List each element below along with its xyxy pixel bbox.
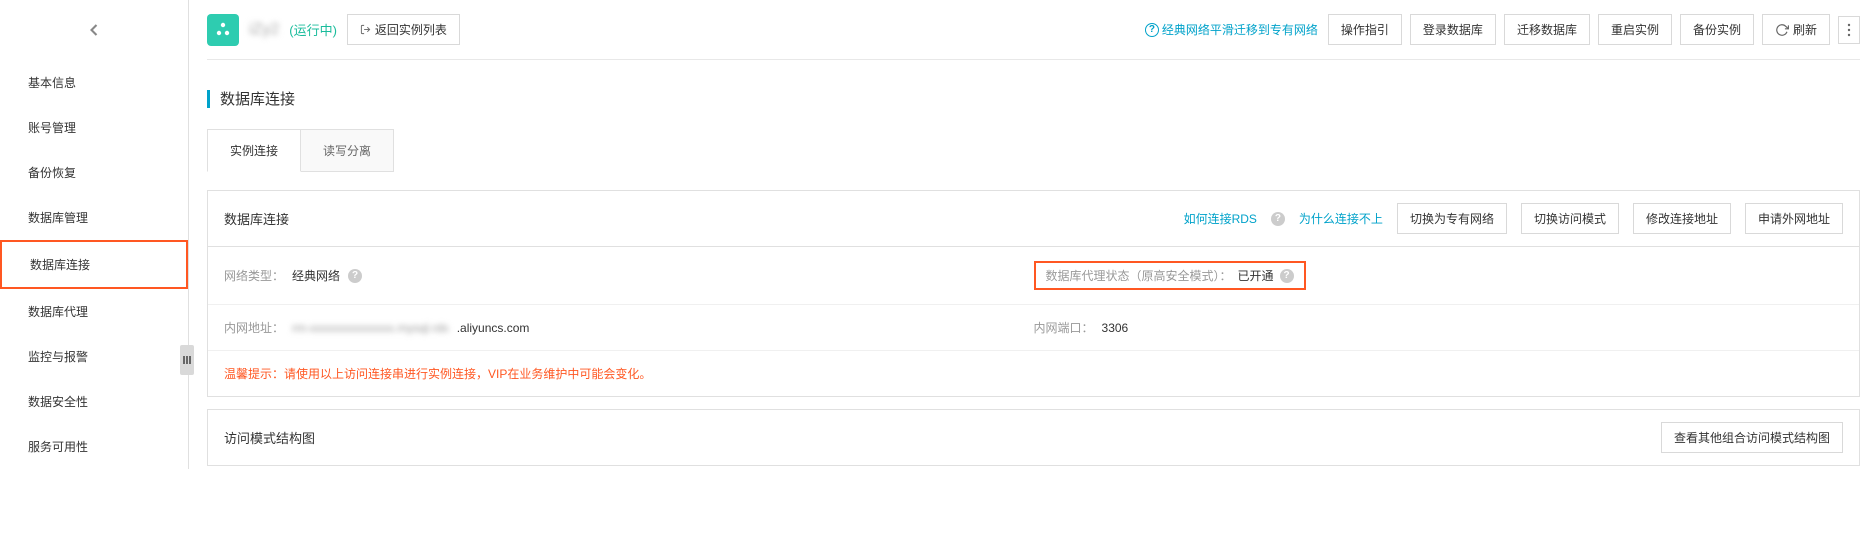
intranet-addr-label: 内网地址： bbox=[224, 319, 284, 336]
connection-panel-links: 如何连接RDS ? 为什么连接不上 切换为专有网络 切换访问模式 修改连接地址 … bbox=[1184, 203, 1843, 234]
how-connect-link[interactable]: 如何连接RDS bbox=[1184, 210, 1257, 227]
access-mode-title: 访问模式结构图 bbox=[224, 428, 1661, 447]
header: iZy2 (运行中) 返回实例列表 ? 经典网络平滑迁移到专有网络 操作指引 登… bbox=[207, 0, 1860, 60]
proxy-status-col: 数据库代理状态（原高安全模式）： 已开通 ? bbox=[1034, 261, 1844, 290]
nav-item-db-connection[interactable]: 数据库连接 bbox=[0, 240, 188, 289]
migrate-db-button[interactable]: 迁移数据库 bbox=[1504, 14, 1590, 45]
connection-panel-header: 数据库连接 如何连接RDS ? 为什么连接不上 切换为专有网络 切换访问模式 修… bbox=[208, 191, 1859, 247]
main-content: iZy2 (运行中) 返回实例列表 ? 经典网络平滑迁移到专有网络 操作指引 登… bbox=[189, 0, 1870, 469]
refresh-button[interactable]: 刷新 bbox=[1762, 14, 1830, 45]
intranet-addr-col: 内网地址： rm-xxxxxxxxxxxxxx.mysql.rds .aliyu… bbox=[224, 319, 1034, 336]
logout-icon bbox=[360, 24, 371, 35]
sidebar: 基本信息 账号管理 备份恢复 数据库管理 数据库连接 数据库代理 监控与报警 数… bbox=[0, 0, 189, 469]
sidebar-collapse-handle[interactable] bbox=[180, 345, 194, 375]
intranet-port-label: 内网端口： bbox=[1034, 319, 1094, 336]
warning-row: 温馨提示：请使用以上访问连接串进行实例连接，VIP在业务维护中可能会变化。 bbox=[208, 351, 1859, 396]
login-db-button[interactable]: 登录数据库 bbox=[1410, 14, 1496, 45]
modify-addr-button[interactable]: 修改连接地址 bbox=[1633, 203, 1731, 234]
back-arrow[interactable] bbox=[0, 0, 188, 60]
header-actions: 操作指引 登录数据库 迁移数据库 重启实例 备份实例 刷新 bbox=[1328, 14, 1860, 45]
intranet-port-col: 内网端口： 3306 bbox=[1034, 319, 1844, 336]
db-cluster-icon bbox=[214, 21, 232, 39]
backup-button[interactable]: 备份实例 bbox=[1680, 14, 1754, 45]
proxy-status-label: 数据库代理状态（原高安全模式）： bbox=[1046, 267, 1232, 284]
access-mode-panel: 访问模式结构图 查看其他组合访问模式结构图 bbox=[207, 409, 1860, 466]
help-icon[interactable]: ? bbox=[348, 269, 362, 283]
migrate-link-label: 经典网络平滑迁移到专有网络 bbox=[1162, 21, 1318, 38]
nav-item-db-mgmt[interactable]: 数据库管理 bbox=[0, 195, 188, 240]
proxy-status-value: 已开通 bbox=[1238, 267, 1274, 284]
switch-vpc-button[interactable]: 切换为专有网络 bbox=[1397, 203, 1507, 234]
section-title-text: 数据库连接 bbox=[220, 88, 295, 109]
more-icon bbox=[1847, 23, 1851, 37]
more-button[interactable] bbox=[1838, 16, 1860, 44]
tab-instance-connection[interactable]: 实例连接 bbox=[207, 129, 301, 172]
restart-button[interactable]: 重启实例 bbox=[1598, 14, 1672, 45]
switch-mode-button[interactable]: 切换访问模式 bbox=[1521, 203, 1619, 234]
instance-status: (运行中) bbox=[289, 20, 337, 39]
connection-panel-title: 数据库连接 bbox=[224, 209, 1174, 228]
nav-list: 基本信息 账号管理 备份恢复 数据库管理 数据库连接 数据库代理 监控与报警 数… bbox=[0, 60, 188, 469]
nav-item-account-mgmt[interactable]: 账号管理 bbox=[0, 105, 188, 150]
question-icon: ? bbox=[1145, 23, 1159, 37]
refresh-icon bbox=[1775, 23, 1789, 37]
migrate-network-link[interactable]: ? 经典网络平滑迁移到专有网络 bbox=[1145, 21, 1318, 38]
network-type-value: 经典网络 bbox=[292, 267, 340, 284]
nav-item-backup-restore[interactable]: 备份恢复 bbox=[0, 150, 188, 195]
instance-name: iZy2 bbox=[249, 21, 279, 39]
connection-panel: 数据库连接 如何连接RDS ? 为什么连接不上 切换为专有网络 切换访问模式 修… bbox=[207, 190, 1860, 397]
section-title: 数据库连接 bbox=[207, 88, 1860, 109]
network-type-label: 网络类型： bbox=[224, 267, 284, 284]
back-to-list-button[interactable]: 返回实例列表 bbox=[347, 14, 460, 45]
intranet-port-value: 3306 bbox=[1102, 321, 1129, 335]
tabs: 实例连接 读写分离 bbox=[207, 129, 1860, 172]
refresh-label: 刷新 bbox=[1793, 21, 1817, 38]
intranet-addr-suffix: .aliyuncs.com bbox=[457, 321, 530, 335]
view-other-structure-button[interactable]: 查看其他组合访问模式结构图 bbox=[1661, 422, 1843, 453]
network-type-row: 网络类型： 经典网络 ? 数据库代理状态（原高安全模式）： 已开通 ? bbox=[208, 247, 1859, 305]
help-icon[interactable]: ? bbox=[1271, 212, 1285, 226]
intranet-addr-row: 内网地址： rm-xxxxxxxxxxxxxx.mysql.rds .aliyu… bbox=[208, 305, 1859, 351]
nav-item-db-proxy[interactable]: 数据库代理 bbox=[0, 289, 188, 334]
nav-item-data-security[interactable]: 数据安全性 bbox=[0, 379, 188, 424]
instance-icon bbox=[207, 14, 239, 46]
collapse-icon bbox=[182, 355, 192, 365]
access-mode-header: 访问模式结构图 查看其他组合访问模式结构图 bbox=[208, 410, 1859, 465]
guide-button[interactable]: 操作指引 bbox=[1328, 14, 1402, 45]
back-button-label: 返回实例列表 bbox=[375, 21, 447, 38]
nav-item-basic-info[interactable]: 基本信息 bbox=[0, 60, 188, 105]
chevron-left-icon bbox=[84, 20, 104, 40]
nav-item-monitor-alarm[interactable]: 监控与报警 bbox=[0, 334, 188, 379]
intranet-addr-blur: rm-xxxxxxxxxxxxxx.mysql.rds bbox=[292, 321, 449, 335]
section-title-bar bbox=[207, 90, 210, 108]
help-icon[interactable]: ? bbox=[1280, 269, 1294, 283]
network-type-col: 网络类型： 经典网络 ? bbox=[224, 261, 1034, 290]
tab-read-write-split[interactable]: 读写分离 bbox=[301, 129, 394, 172]
apply-extnet-button[interactable]: 申请外网地址 bbox=[1745, 203, 1843, 234]
why-fail-link[interactable]: 为什么连接不上 bbox=[1299, 210, 1383, 227]
nav-item-service-avail[interactable]: 服务可用性 bbox=[0, 424, 188, 469]
proxy-status-highlight: 数据库代理状态（原高安全模式）： 已开通 ? bbox=[1034, 261, 1306, 290]
